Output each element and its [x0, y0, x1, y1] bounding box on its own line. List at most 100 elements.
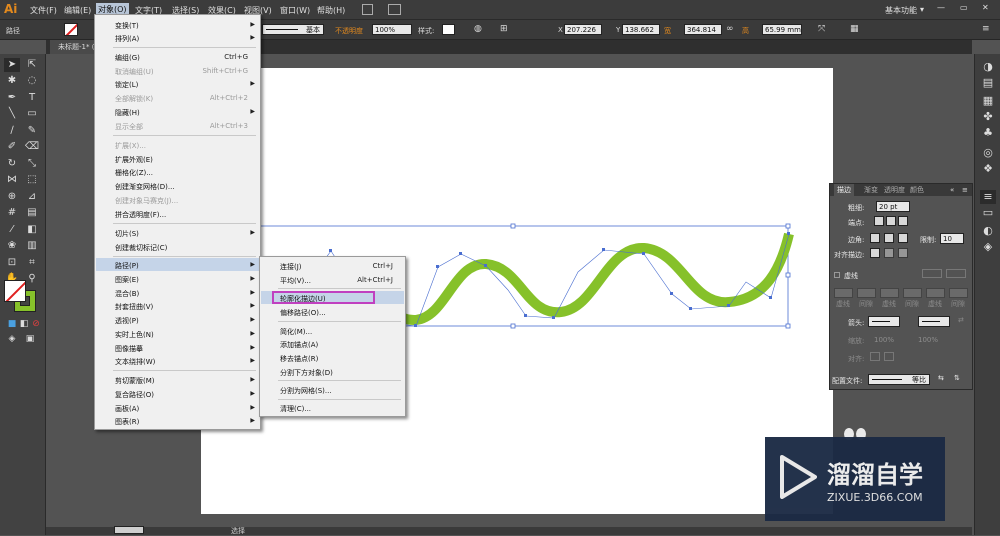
end-arrowhead-select[interactable]: [918, 316, 950, 327]
tab-transparency[interactable]: 透明度: [884, 184, 905, 196]
menu-item-envelope-distort[interactable]: 封套扭曲(V): [115, 302, 153, 312]
rotate-tool-icon[interactable]: ↻: [4, 157, 20, 171]
gap-input-2[interactable]: [903, 288, 922, 298]
menu-item-remove-anchor-points[interactable]: 移去锚点(R): [280, 354, 318, 364]
none-mode-icon[interactable]: ⊘: [28, 317, 44, 331]
menu-item-crop-marks[interactable]: 创建裁切标记(C): [115, 243, 167, 253]
menu-item-outline-stroke[interactable]: 轮廓化描边(U): [280, 294, 326, 304]
align-icon[interactable]: ⊞: [500, 24, 508, 34]
height-input[interactable]: 65.99 mm: [762, 24, 802, 35]
start-arrowhead-select[interactable]: [868, 316, 900, 327]
round-join-icon[interactable]: [884, 233, 894, 243]
menu-item-graph[interactable]: 图表(R): [115, 417, 139, 427]
menu-item-text-wrap[interactable]: 文本绕排(W): [115, 357, 155, 367]
menu-item-hide[interactable]: 隐藏(H): [115, 108, 140, 118]
dash-input-3[interactable]: [926, 288, 945, 298]
blend-tool-icon[interactable]: ◧: [24, 223, 40, 237]
menu-file[interactable]: 文件(F): [30, 5, 57, 16]
bbox-handle-right[interactable]: [785, 272, 791, 278]
menu-item-perspective[interactable]: 透视(P): [115, 316, 139, 326]
menu-item-ungroup[interactable]: 取消编组(U): [115, 67, 154, 77]
stroke-profile-select[interactable]: 基本: [262, 24, 324, 35]
menu-item-live-paint[interactable]: 实时上色(N): [115, 330, 154, 340]
panel-menu-icon[interactable]: ≡: [962, 184, 968, 196]
rectangle-tool-icon[interactable]: ▭: [24, 107, 40, 121]
arrow-align-tip-icon[interactable]: [870, 352, 880, 361]
line-tool-icon[interactable]: ╲: [4, 107, 20, 121]
swatches-panel-icon[interactable]: ▦: [980, 94, 996, 108]
align-outside-icon[interactable]: [898, 248, 908, 258]
mesh-tool-icon[interactable]: #: [4, 206, 20, 220]
flip-along-icon[interactable]: ⇆: [938, 374, 944, 382]
isolate-icon[interactable]: ▦: [850, 24, 859, 34]
menu-item-offset-path[interactable]: 偏移路径(O)...: [280, 308, 326, 318]
menu-item-flatten-transparency[interactable]: 拼合透明度(F)...: [115, 210, 166, 220]
workspace-chevron-down-icon[interactable]: ▾: [920, 5, 924, 14]
menu-item-arrange[interactable]: 排列(A): [115, 34, 139, 44]
menu-item-group[interactable]: 编组(G): [115, 53, 140, 63]
width-input[interactable]: 364.814: [684, 24, 722, 35]
menu-item-compound-path[interactable]: 复合路径(O): [115, 390, 154, 400]
menu-item-split-into-grid[interactable]: 分割为网格(S)...: [280, 386, 332, 396]
swap-arrowheads-icon[interactable]: ⇄: [958, 316, 964, 324]
workspace-switcher[interactable]: 基本功能: [885, 5, 917, 16]
symbols-panel-icon[interactable]: ♣: [980, 126, 996, 140]
menu-window[interactable]: 窗口(W): [280, 5, 310, 16]
tab-gradient[interactable]: 渐变: [864, 184, 878, 196]
y-input[interactable]: 138.662: [622, 24, 660, 35]
gap-input-1[interactable]: [857, 288, 876, 298]
graphic-style-swatch[interactable]: [442, 24, 455, 35]
close-button[interactable]: ✕: [982, 3, 989, 12]
lasso-tool-icon[interactable]: ◌: [24, 74, 40, 88]
tab-stroke[interactable]: 描边: [834, 184, 854, 196]
dash-input-2[interactable]: [880, 288, 899, 298]
eyedropper-tool-icon[interactable]: ⁄: [4, 223, 20, 237]
menu-item-rasterize[interactable]: 栅格化(Z)...: [115, 168, 153, 178]
link-icon[interactable]: ∞: [726, 24, 734, 34]
minimize-button[interactable]: —: [937, 3, 945, 12]
shape-builder-tool-icon[interactable]: ⊕: [4, 190, 20, 204]
menu-edit[interactable]: 编辑(E): [64, 5, 91, 16]
pencil-tool-icon[interactable]: ✎: [24, 124, 40, 138]
screen-mode-icon[interactable]: ▣: [22, 332, 38, 346]
butt-cap-icon[interactable]: [874, 216, 884, 226]
menu-item-clipping-mask[interactable]: 剪切蒙版(M): [115, 376, 155, 386]
pen-tool-icon[interactable]: ✒: [4, 91, 20, 105]
draw-mode-icon[interactable]: ◈: [4, 332, 20, 346]
tab-color[interactable]: 颜色: [910, 184, 924, 196]
scale-end-value[interactable]: 100%: [918, 336, 938, 344]
bbox-handle-top[interactable]: [510, 223, 516, 229]
menu-item-transform[interactable]: 变换(T): [115, 21, 139, 31]
menu-item-artboards[interactable]: 画板(A): [115, 404, 139, 414]
restore-button[interactable]: ▭: [960, 3, 968, 12]
perspective-grid-tool-icon[interactable]: ⊿: [24, 190, 40, 204]
zoom-tool-icon[interactable]: ⚲: [24, 272, 40, 286]
menu-item-blend[interactable]: 混合(B): [115, 289, 139, 299]
bevel-join-icon[interactable]: [898, 233, 908, 243]
flip-across-icon[interactable]: ⇅: [954, 374, 960, 382]
menu-item-path[interactable]: 路径(P): [115, 261, 139, 271]
symbol-sprayer-tool-icon[interactable]: ❀: [4, 239, 20, 253]
menu-item-unlock-all[interactable]: 全部解锁(K): [115, 94, 153, 104]
dash-preserve-icon[interactable]: [922, 269, 942, 278]
gradient-tool-icon[interactable]: ▤: [24, 206, 40, 220]
transparency-panel-icon[interactable]: ◐: [980, 224, 996, 238]
recolor-icon[interactable]: ◍: [474, 24, 482, 34]
align-inside-icon[interactable]: [884, 248, 894, 258]
x-input[interactable]: 207.226: [564, 24, 602, 35]
direct-selection-tool-icon[interactable]: ⇱: [24, 58, 40, 72]
dash-align-corners-icon[interactable]: [946, 269, 966, 278]
menu-item-divide-objects-below[interactable]: 分割下方对象(D): [280, 368, 333, 378]
transform-icon[interactable]: ⤧: [818, 24, 825, 34]
slice-tool-icon[interactable]: ⌗: [24, 256, 40, 270]
menu-item-image-trace[interactable]: 图像描摹: [115, 344, 143, 354]
type-tool-icon[interactable]: T: [24, 91, 40, 105]
arrange-documents-icon[interactable]: [388, 4, 401, 15]
bbox-handle-bottom-right[interactable]: [785, 323, 791, 329]
paintbrush-tool-icon[interactable]: ∕: [4, 124, 20, 138]
limit-input[interactable]: 10: [940, 233, 964, 244]
arrow-align-end-icon[interactable]: [884, 352, 894, 361]
layers-panel-icon[interactable]: ◈: [980, 240, 996, 254]
align-center-icon[interactable]: [870, 248, 880, 258]
menu-item-expand[interactable]: 扩展(X)...: [115, 141, 146, 151]
